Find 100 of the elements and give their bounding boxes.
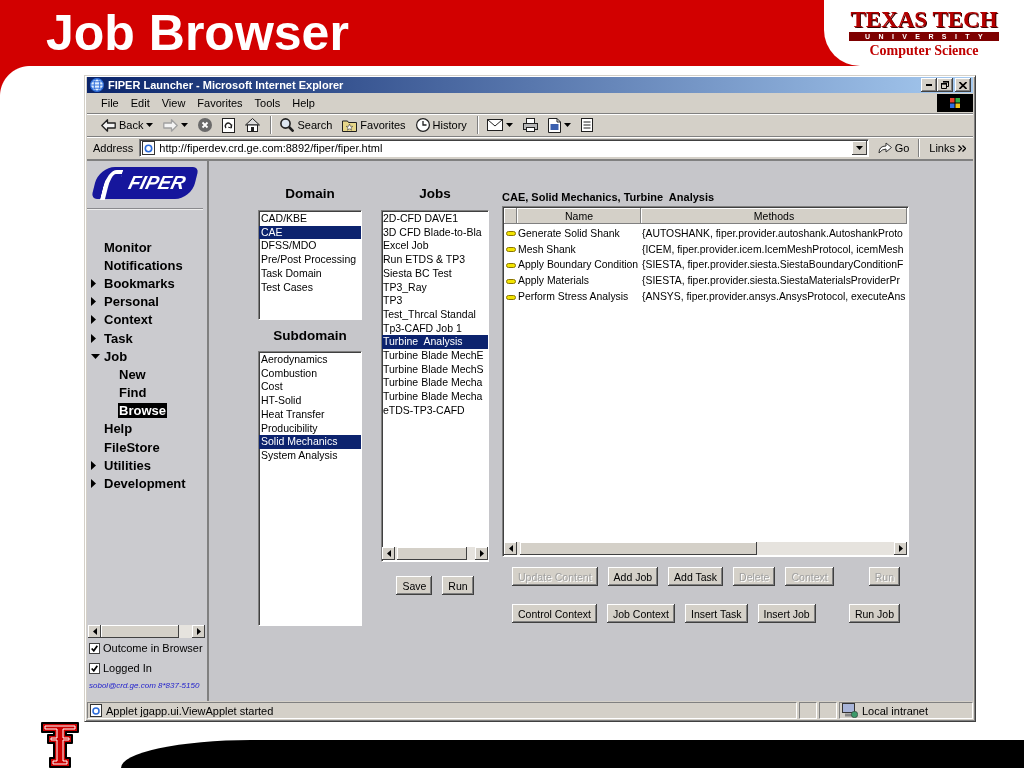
list-item[interactable]: Run ETDS & TP3	[382, 253, 488, 267]
list-item[interactable]: Siesta BC Test	[382, 266, 488, 281]
column-heading: Subdomain	[272, 328, 348, 343]
menu-item[interactable]: Favorites	[191, 95, 249, 111]
list-item[interactable]: Task Domain	[259, 266, 361, 281]
scroll-right-button[interactable]	[475, 547, 488, 560]
forward-arrow-icon	[163, 118, 179, 132]
nav-item[interactable]: Job	[103, 348, 129, 364]
close-button[interactable]	[955, 78, 971, 92]
table-cell-text: Generate Solid Shank	[517, 226, 621, 241]
address-label: Address	[93, 142, 134, 154]
table-cell-text: {AUTOSHANK, fiper.provider.autoshank.AutoshankProto	[641, 226, 904, 241]
address-field[interactable]: http://fiperdev.crd.ge.com:8892/fiper/fiper.html	[139, 139, 869, 157]
restore-button[interactable]	[937, 78, 953, 92]
history-button[interactable]: History	[411, 115, 471, 135]
nav-item[interactable]: Personal	[103, 294, 160, 310]
printer-icon	[522, 118, 538, 132]
scroll-thumb[interactable]	[520, 542, 757, 555]
list-item[interactable]: Test_Thrcal Standal	[382, 307, 488, 322]
list-item[interactable]: Combustion	[259, 366, 361, 381]
scroll-left-button[interactable]	[504, 542, 517, 555]
nav-item[interactable]: Context	[103, 312, 154, 328]
go-button[interactable]: Go	[872, 138, 915, 158]
nav-item[interactable]: Notifications	[103, 257, 184, 273]
action-button[interactable]: Control Context	[512, 604, 597, 623]
column-header[interactable]: Name	[517, 208, 641, 224]
list-item[interactable]: CAD/KBE	[259, 212, 361, 226]
nav-item[interactable]: Help	[103, 421, 134, 437]
search-button[interactable]: Search	[276, 115, 337, 135]
list-item[interactable]: Heat Transfer	[259, 407, 361, 422]
close-icon	[959, 81, 967, 89]
list-item[interactable]: 3D CFD Blade-to-Bla	[382, 225, 488, 240]
list-item[interactable]: Turbine Blade MechS	[382, 362, 488, 377]
action-button[interactable]: Insert Task	[685, 604, 748, 623]
list-item[interactable]: 2D-CFD DAVE1	[382, 212, 488, 226]
checkbox[interactable]	[89, 662, 100, 674]
nav-item[interactable]: New	[118, 366, 147, 382]
action-button[interactable]: Add Task	[668, 567, 724, 586]
minimize-button[interactable]	[921, 78, 937, 92]
list-item[interactable]: HT-Solid	[259, 394, 361, 408]
list-item[interactable]: CAE	[259, 225, 361, 240]
menu-item[interactable]: Tools	[248, 95, 287, 111]
list-item[interactable]: Test Cases	[259, 280, 361, 295]
back-button[interactable]: Back	[97, 115, 158, 135]
links-button[interactable]: Links	[924, 138, 971, 158]
checkbox[interactable]	[89, 642, 100, 654]
url-input[interactable]: http://fiperdev.crd.ge.com:8892/fiper/fiper.html	[155, 141, 852, 155]
nav-item[interactable]: FileStore	[103, 439, 161, 455]
nav-item[interactable]: Browse	[118, 403, 167, 419]
dropdown-button[interactable]	[851, 141, 867, 155]
horizontal-scrollbar[interactable]	[504, 542, 907, 555]
list-item[interactable]: TP3	[382, 294, 488, 308]
nav-item[interactable]: Bookmarks	[103, 275, 176, 291]
nav-item[interactable]: Task	[103, 330, 134, 346]
table-cell-text: {ICEM, fiper.provider.icem.IcemMeshProtocol, icemMesh	[641, 242, 905, 257]
list-item[interactable]: Tp3-CAFD Job 1	[382, 321, 488, 336]
list-item[interactable]: Aerodynamics	[259, 353, 361, 367]
action-button[interactable]: Add Job	[607, 567, 659, 586]
list-item[interactable]: DFSS/MDO	[259, 239, 361, 254]
list-item[interactable]: Turbine Blade MechE	[382, 349, 488, 363]
scroll-thumb[interactable]	[397, 547, 467, 560]
horizontal-scrollbar[interactable]	[88, 625, 205, 638]
list-item[interactable]: Pre/Post Processing	[259, 253, 361, 267]
horizontal-scrollbar[interactable]	[382, 547, 488, 560]
stop-icon	[198, 118, 213, 132]
nav-item[interactable]: Development	[103, 476, 187, 492]
action-button[interactable]: Insert Job	[757, 604, 816, 623]
scroll-right-button[interactable]	[894, 542, 907, 555]
favorites-button[interactable]: Favorites	[338, 115, 410, 135]
nav-item[interactable]: Monitor	[103, 239, 153, 255]
nav-item[interactable]: Utilities	[103, 457, 152, 473]
action-button[interactable]: Run Job	[848, 604, 900, 623]
menu-item[interactable]: Help	[286, 95, 321, 111]
action-button[interactable]: Run	[442, 576, 474, 595]
menu-item[interactable]: Edit	[124, 95, 156, 111]
table-cell-text: Apply Boundary Condition	[517, 258, 640, 273]
checkmark-icon	[91, 664, 98, 672]
list-item[interactable]: Turbine Analysis	[382, 335, 488, 350]
checkmark-icon	[91, 644, 98, 652]
list-item[interactable]: Turbine Blade Mecha	[382, 376, 488, 391]
scroll-thumb[interactable]	[101, 625, 179, 638]
option-label: Logged In	[103, 662, 152, 674]
action-button[interactable]: Job Context	[606, 604, 675, 623]
list-item[interactable]: TP3_Ray	[382, 280, 488, 295]
column-header[interactable]: Methods	[641, 208, 907, 224]
action-button[interactable]: Save	[396, 576, 433, 595]
list-item[interactable]: Cost	[259, 380, 361, 395]
scroll-right-button[interactable]	[192, 625, 205, 638]
list-item[interactable]: Solid Mechanics	[259, 435, 361, 449]
nav-item[interactable]: Find	[118, 385, 148, 401]
list-item[interactable]: eTDS-TP3-CAFD	[382, 403, 488, 418]
scroll-left-button[interactable]	[382, 547, 395, 560]
list-item[interactable]: System Analysis	[259, 448, 361, 463]
menu-item[interactable]: View	[155, 95, 192, 111]
list-item[interactable]: Turbine Blade Mecha	[382, 390, 488, 404]
list-item[interactable]: Excel Job	[382, 239, 488, 254]
menu-item[interactable]: File	[95, 95, 125, 111]
scroll-left-button[interactable]	[88, 625, 101, 638]
list-item[interactable]: Producibility	[259, 421, 361, 436]
notes-icon	[580, 118, 593, 132]
